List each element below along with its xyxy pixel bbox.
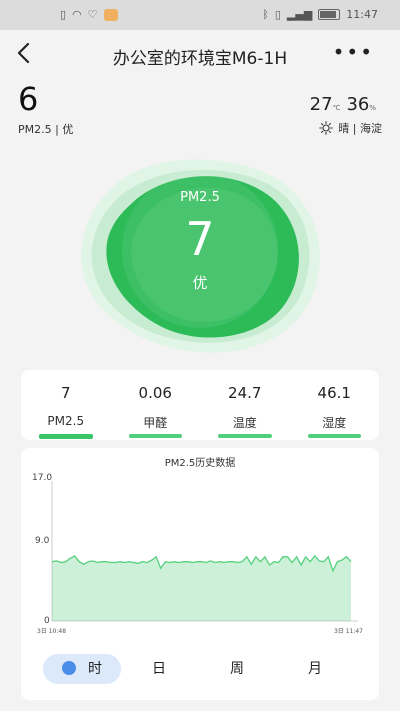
tab-label: 日 <box>152 661 166 677</box>
wifi-icon: ◠ <box>72 8 82 21</box>
tab-month[interactable]: 月 <box>295 654 335 684</box>
selected-dot-icon <box>62 661 76 675</box>
bluetooth-icon: ᛒ <box>262 8 269 21</box>
temperature-unit: ℃ <box>332 104 341 112</box>
top-bar: 办公室的环境宝M6-1H ••• <box>0 30 400 78</box>
weather-condition: 晴 | 海淀 <box>338 122 382 135</box>
battery-icon <box>318 9 341 20</box>
vibrate-icon: ▯ <box>274 8 281 21</box>
metric-temperature[interactable]: 24.7 温度 <box>200 370 290 440</box>
humidity-unit: % <box>369 104 376 112</box>
metric-formaldehyde[interactable]: 0.06 甲醛 <box>111 370 201 440</box>
weather-panel: 27℃ 36% 晴 | 海淀 <box>310 94 382 136</box>
x-start-label: 3日 10:48 <box>37 628 66 635</box>
metric-value: 7 <box>60 384 71 402</box>
tab-label: 月 <box>308 661 322 677</box>
metric-value: 24.7 <box>228 384 262 402</box>
sim-icon: ▯ <box>60 8 67 21</box>
blob-value: 7 <box>185 212 215 266</box>
metric-label: 湿度 <box>322 416 347 430</box>
metric-value: 0.06 <box>138 384 172 402</box>
metric-label: 温度 <box>232 416 257 430</box>
humidity-value: 36 <box>346 94 370 115</box>
status-time: 11:47 <box>346 8 378 21</box>
metric-indicator <box>307 434 361 438</box>
y-tick-label-min: 0 <box>44 616 50 626</box>
tab-hour[interactable]: 时 <box>43 654 121 684</box>
status-right-icons: ᛒ ▯ ▂▄▆ 11:47 <box>262 8 378 21</box>
more-options-icon[interactable]: ••• <box>333 40 374 64</box>
x-end-label: 3日 11:47 <box>334 628 363 635</box>
pm25-history-chart: PM2.5历史数据 17.0 9.0 0 3日 10:48 3日 11:47 <box>32 456 363 635</box>
status-left-icons: ▯ ◠ ♡ <box>60 8 118 21</box>
metric-label: PM2.5 <box>47 414 85 428</box>
sunny-icon <box>319 121 334 135</box>
metric-value: 46.1 <box>317 384 351 402</box>
blob-label: PM2.5 <box>180 190 220 205</box>
blob-level: 优 <box>192 274 208 292</box>
metric-pm25[interactable]: 7 PM2.5 <box>21 370 111 440</box>
signal-icon: ▂▄▆ <box>286 8 313 21</box>
tab-day[interactable]: 日 <box>139 654 179 684</box>
y-tick-label-mid: 9.0 <box>35 536 50 546</box>
metric-humidity[interactable]: 46.1 湿度 <box>290 370 380 440</box>
pm25-area <box>52 555 351 621</box>
y-tick-label-max: 17.0 <box>32 473 52 483</box>
metric-indicator <box>39 434 93 439</box>
pm25-current-value: 6 <box>18 80 39 118</box>
tab-week[interactable]: 周 <box>217 654 257 684</box>
temperature-value: 27 <box>309 94 333 115</box>
tab-label: 周 <box>230 661 244 677</box>
time-range-tabs: 时 日 周 月 <box>21 652 379 688</box>
chart-title: PM2.5历史数据 <box>165 456 236 469</box>
metrics-card: 7 PM2.5 0.06 甲醛 24.7 温度 46.1 湿度 <box>21 370 379 440</box>
air-quality-blob: PM2.5 7 优 <box>70 150 330 360</box>
heart-icon: ♡ <box>87 8 98 21</box>
app-screen: ▯ ◠ ♡ ᛒ ▯ ▂▄▆ 11:47 办公室的环境宝M6-1H ••• 6 P… <box>0 0 400 711</box>
metric-label: 甲醛 <box>143 416 168 430</box>
app-badge-icon <box>103 8 118 21</box>
metric-indicator <box>218 434 272 438</box>
tab-label: 时 <box>88 661 102 677</box>
status-bar: ▯ ◠ ♡ ᛒ ▯ ▂▄▆ 11:47 <box>0 0 400 30</box>
pm25-current-caption: PM2.5 | 优 <box>18 123 74 136</box>
metric-indicator <box>128 434 182 438</box>
